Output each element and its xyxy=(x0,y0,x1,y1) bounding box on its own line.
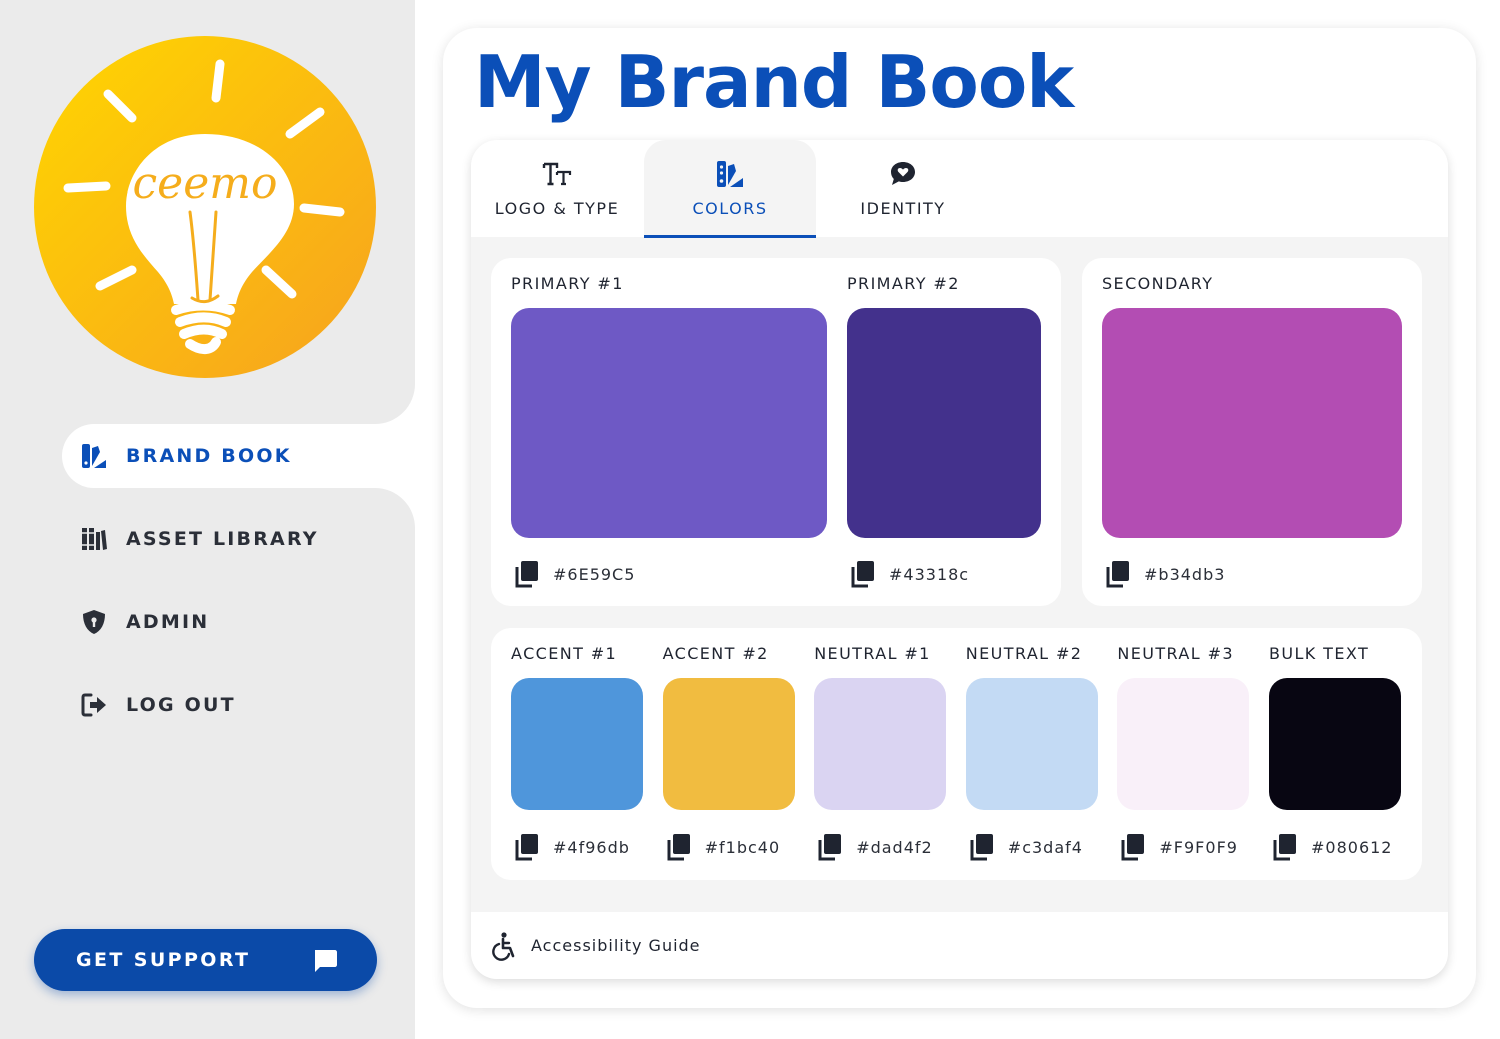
copy-icon xyxy=(667,834,690,861)
palette-icon xyxy=(717,161,743,187)
tab-label: LOGO & TYPE xyxy=(494,199,620,218)
sidebar: ceemo BRAND BOOK ASSET LIBRARY ADMIN LOG… xyxy=(0,0,415,1039)
hex-value: #F9F0F9 xyxy=(1159,837,1238,857)
sidebar-item-label: BRAND BOOK xyxy=(126,445,292,467)
brand-book-panel: LOGO & TYPE COLORS IDENTITY PRIMARY #1 #… xyxy=(471,140,1448,979)
hex-value: #080612 xyxy=(1311,837,1393,857)
shield-icon xyxy=(80,608,108,636)
swatch-label: NEUTRAL #2 xyxy=(965,644,1083,663)
hex-value: #b34db3 xyxy=(1144,564,1226,584)
swatch-label: ACCENT #2 xyxy=(662,644,769,663)
swatch-label: PRIMARY #2 xyxy=(847,274,960,293)
swatch-label: NEUTRAL #1 xyxy=(814,644,931,663)
copy-icon xyxy=(970,834,993,861)
swatch-color-box[interactable] xyxy=(965,678,1098,810)
hex-value: #4f96db xyxy=(553,837,630,857)
copy-hex-button[interactable]: #c3daf4 xyxy=(966,832,1083,862)
copy-hex-button[interactable]: #080612 xyxy=(1269,832,1392,862)
hex-value: #6E59C5 xyxy=(553,564,636,584)
swatch-label: BULK TEXT xyxy=(1269,644,1370,663)
sidebar-item-brand-book[interactable]: BRAND BOOK xyxy=(80,436,292,476)
hex-value: #dad4f2 xyxy=(856,837,933,857)
swatch-color-box[interactable] xyxy=(511,308,827,538)
copy-hex-button[interactable]: #dad4f2 xyxy=(814,832,933,862)
sidebar-item-label: LOG OUT xyxy=(126,694,236,716)
primary-colors-panel: PRIMARY #1 #6E59C5 PRIMARY #2 #43318c xyxy=(491,258,1061,606)
copy-hex-button[interactable]: #F9F0F9 xyxy=(1117,832,1238,862)
tab-bar: LOGO & TYPE COLORS IDENTITY xyxy=(471,140,1448,238)
accessibility-guide-label: Accessibility Guide xyxy=(531,936,701,955)
accent-neutral-panel: ACCENT #1 #4f96db ACCENT #2 #f1bc40 NEUTRAL … xyxy=(491,628,1422,880)
copy-icon xyxy=(818,834,842,861)
accessibility-icon xyxy=(492,931,515,961)
copy-icon xyxy=(515,834,538,861)
sidebar-item-admin[interactable]: ADMIN xyxy=(80,602,209,642)
copy-icon xyxy=(1106,561,1129,588)
swatch-color-box[interactable] xyxy=(511,678,643,810)
logo-text: ceemo xyxy=(133,158,278,209)
sidebar-item-asset-library[interactable]: ASSET LIBRARY xyxy=(80,519,319,559)
copy-hex-button[interactable]: #43318c xyxy=(847,559,969,589)
hex-value: #f1bc40 xyxy=(704,837,781,857)
page-title: My Brand Book xyxy=(474,40,1074,124)
swatch-label: PRIMARY #1 xyxy=(511,274,624,293)
tab-colors[interactable]: COLORS xyxy=(644,140,816,238)
swatch-color-box[interactable] xyxy=(847,308,1041,538)
swatch-color-box[interactable] xyxy=(814,678,947,810)
swatch-label: NEUTRAL #3 xyxy=(1117,644,1234,663)
copy-hex-button[interactable]: #6E59C5 xyxy=(511,559,635,589)
sidebar-item-label: ASSET LIBRARY xyxy=(126,528,319,550)
nav-corner xyxy=(375,384,415,424)
hex-value: #c3daf4 xyxy=(1007,837,1083,857)
tab-logo-type[interactable]: LOGO & TYPE xyxy=(471,140,643,237)
copy-icon xyxy=(515,561,538,588)
copy-icon xyxy=(1121,834,1145,861)
chat-icon xyxy=(315,950,337,972)
tab-identity[interactable]: IDENTITY xyxy=(817,140,989,237)
secondary-color-panel: SECONDARY #b34db3 xyxy=(1082,258,1422,606)
nav-corner xyxy=(375,488,415,528)
text-size-icon xyxy=(542,162,572,186)
sidebar-item-label: ADMIN xyxy=(126,611,210,633)
tab-label: COLORS xyxy=(692,199,768,218)
copy-icon xyxy=(1273,834,1296,861)
swatch-color-box[interactable] xyxy=(1269,678,1401,810)
logout-icon xyxy=(80,691,108,719)
sidebar-item-log-out[interactable]: LOG OUT xyxy=(80,685,236,725)
copy-hex-button[interactable]: #4f96db xyxy=(511,832,630,862)
ceemo-logo[interactable]: ceemo xyxy=(34,36,376,378)
copy-icon xyxy=(851,561,874,588)
swatch-label: SECONDARY xyxy=(1102,274,1214,293)
swatch-color-box[interactable] xyxy=(1102,308,1402,538)
accessibility-guide-link[interactable]: Accessibility Guide xyxy=(471,912,1448,979)
swatch-color-box[interactable] xyxy=(1117,678,1250,810)
copy-hex-button[interactable]: #b34db3 xyxy=(1102,559,1225,589)
swatch-label: ACCENT #1 xyxy=(511,644,618,663)
get-support-label: GET SUPPORT xyxy=(76,949,251,971)
get-support-button[interactable]: GET SUPPORT xyxy=(34,929,377,991)
library-icon xyxy=(80,525,108,553)
swatch-color-box[interactable] xyxy=(662,678,795,810)
speech-heart-icon xyxy=(891,162,915,185)
hex-value: #43318c xyxy=(889,564,970,584)
lightbulb-icon: ceemo xyxy=(34,36,376,378)
copy-hex-button[interactable]: #f1bc40 xyxy=(663,832,781,862)
brand-book-icon xyxy=(80,442,108,470)
tab-label: IDENTITY xyxy=(860,199,946,218)
